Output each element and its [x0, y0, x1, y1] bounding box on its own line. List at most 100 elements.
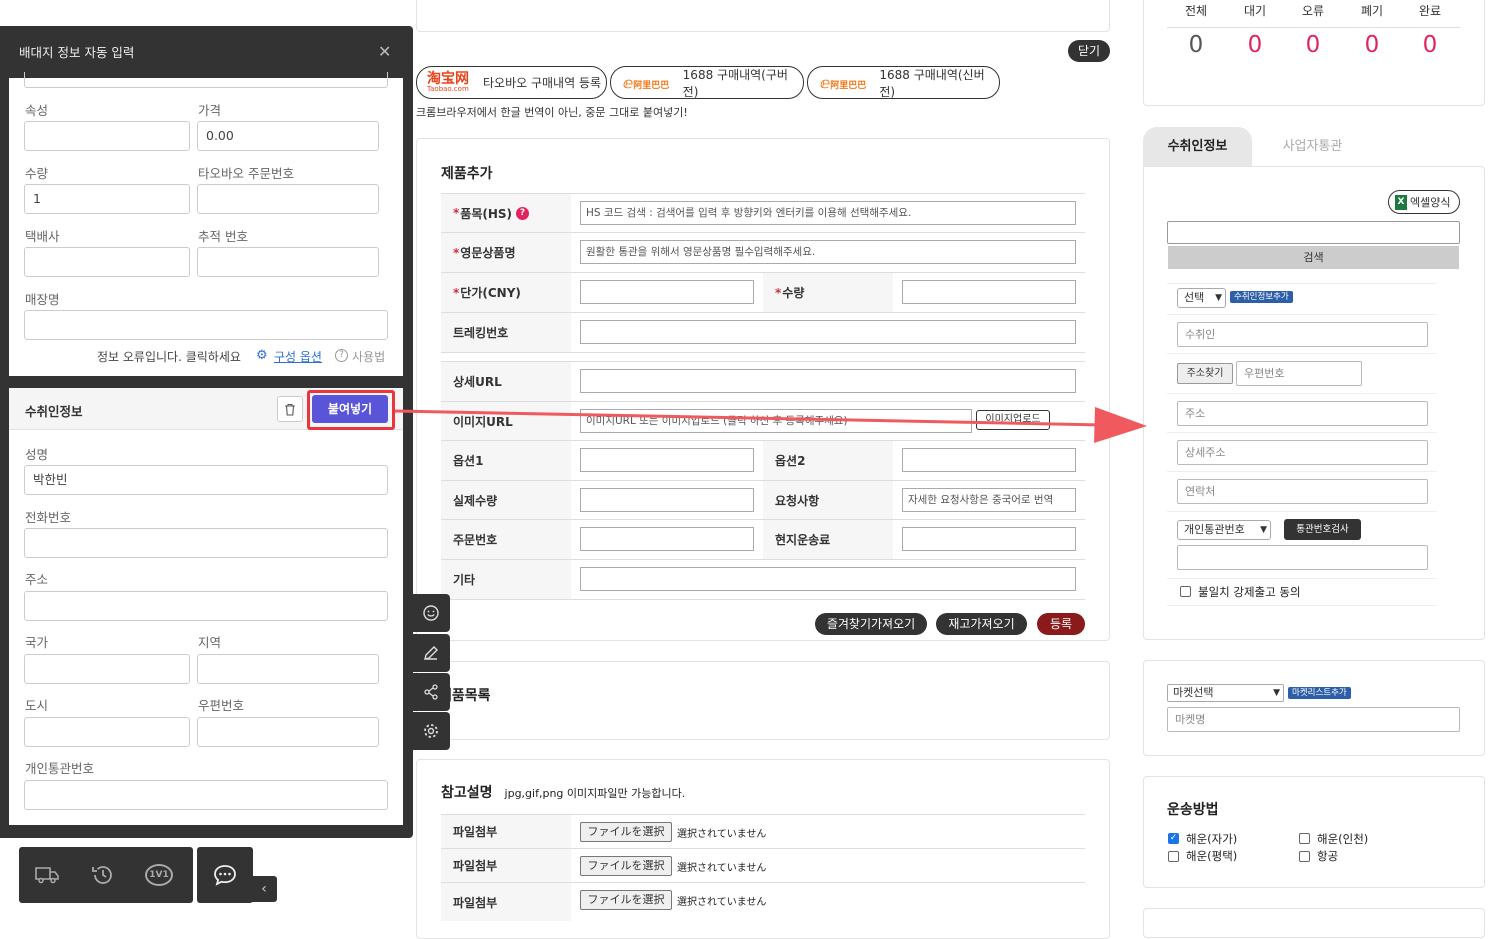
- recipient-add-badge[interactable]: 수취인정보추가: [1230, 291, 1293, 303]
- address-search-button[interactable]: 주소찾기: [1177, 363, 1233, 384]
- ship-sea-incheon-checkbox[interactable]: [1299, 833, 1310, 844]
- price-input[interactable]: 0.00: [197, 121, 379, 151]
- qty-input[interactable]: [902, 280, 1076, 304]
- customs-type-select[interactable]: 개인통관번호 ▼: [1177, 520, 1271, 540]
- country-label: 국가: [25, 635, 49, 650]
- popup-recipient-title: 수취인정보: [25, 404, 83, 419]
- unit-price-input[interactable]: [580, 280, 754, 304]
- share-tool-button[interactable]: [412, 673, 450, 711]
- partial-top-input[interactable]: [24, 72, 388, 88]
- ship-sea-self-checkbox[interactable]: ✓: [1168, 833, 1179, 844]
- actual-qty-input[interactable]: [580, 488, 754, 512]
- chat-button[interactable]: [197, 847, 253, 903]
- usage-link[interactable]: 사용법: [352, 348, 385, 365]
- one-on-one-chat-button[interactable]: 1V1: [131, 847, 187, 903]
- phone-input[interactable]: [24, 528, 388, 558]
- detail-url-input[interactable]: [580, 369, 1076, 393]
- address-input[interactable]: 주소: [1177, 401, 1428, 426]
- delivery-button[interactable]: [19, 847, 75, 903]
- unit-price-label: 단가(CNY): [460, 286, 521, 300]
- config-option-link[interactable]: 구성 옵션: [274, 348, 322, 365]
- file-select-button[interactable]: ファイルを選択: [580, 890, 672, 910]
- recipient-select[interactable]: 선택 ▼: [1177, 288, 1226, 308]
- recipient-search-input[interactable]: [1167, 221, 1460, 244]
- country-input[interactable]: [24, 654, 190, 684]
- eng-name-input[interactable]: 원활한 통관을 위해서 영문상품명 필수입력해주세요.: [580, 240, 1076, 264]
- help-circle-icon: ?: [335, 349, 348, 362]
- close-button[interactable]: 닫기: [1068, 40, 1110, 62]
- edit-tool-button[interactable]: [412, 634, 450, 672]
- collapse-button[interactable]: ‹: [251, 876, 277, 902]
- price-label: 가격: [198, 103, 222, 118]
- register-button[interactable]: 등록: [1037, 613, 1085, 635]
- error-report-text[interactable]: 정보 오류입니다. 클릭하세요: [97, 348, 241, 365]
- customs-number-input[interactable]: [1177, 545, 1428, 570]
- excel-template-button[interactable]: X 엑셀양식: [1388, 190, 1460, 214]
- file-select-button[interactable]: ファイルを選択: [580, 822, 672, 842]
- trash-icon-button[interactable]: [277, 396, 303, 422]
- market-name-input[interactable]: 마켓명: [1167, 707, 1460, 732]
- help-icon[interactable]: ?: [516, 206, 530, 220]
- history-button[interactable]: [75, 847, 131, 903]
- settings-tool-button[interactable]: [412, 712, 450, 750]
- file-select-button[interactable]: ファイルを選択: [580, 856, 672, 876]
- hs-code-search-input[interactable]: HS 코드 검색 : 검색어를 입력 후 방향키와 엔터키를 이용해 선택해주세…: [580, 201, 1076, 225]
- status-done[interactable]: 완료 0: [1401, 2, 1459, 58]
- contact-input[interactable]: 연락처: [1177, 479, 1428, 504]
- customs-label: 개인통관번호: [25, 761, 95, 776]
- request-input[interactable]: 자세한 요청사항은 중국어로 번역: [902, 488, 1076, 512]
- paste-button[interactable]: 붙여넣기: [312, 395, 388, 423]
- option2-label: 옵션2: [763, 441, 893, 480]
- recipient-search-button[interactable]: 검색: [1168, 246, 1459, 269]
- status-error[interactable]: 오류 0: [1284, 2, 1342, 58]
- etc-input[interactable]: [580, 567, 1076, 591]
- qty-input[interactable]: 1: [24, 184, 190, 214]
- store-input[interactable]: [24, 310, 388, 340]
- zip-label: 우편번호: [198, 698, 245, 713]
- detail-address-input[interactable]: 상세주소: [1177, 440, 1428, 465]
- alibaba-logo: ⅇ阿里巴巴: [820, 73, 867, 92]
- ship-air-checkbox[interactable]: [1299, 851, 1310, 862]
- name-input[interactable]: 박한빈: [24, 465, 388, 495]
- city-input[interactable]: [24, 717, 190, 747]
- taobao-order-input[interactable]: [197, 184, 379, 214]
- tab-business[interactable]: 사업자통관: [1258, 127, 1367, 167]
- status-discard[interactable]: 폐기 0: [1343, 2, 1401, 58]
- address-input[interactable]: [24, 591, 388, 621]
- favorites-import-button[interactable]: 즐겨찾기가져오기: [815, 613, 927, 635]
- tracking-number-input[interactable]: [197, 247, 379, 277]
- qty-label: 수량: [25, 166, 49, 181]
- status-waiting[interactable]: 대기 0: [1226, 2, 1284, 58]
- tracking-input[interactable]: [580, 320, 1076, 344]
- market-add-badge[interactable]: 마켓리스트추가: [1288, 687, 1351, 699]
- zip-input[interactable]: 우편번호: [1236, 361, 1362, 386]
- option2-input[interactable]: [902, 448, 1076, 472]
- trash-icon: [285, 403, 295, 416]
- attr-input[interactable]: [24, 121, 190, 151]
- ship-sea-pyeongtaek-checkbox[interactable]: [1168, 851, 1179, 862]
- 1688-new-purchase-button[interactable]: ⅇ阿里巴巴 1688 구매내역(신버전): [807, 66, 1000, 99]
- 1688-old-purchase-button[interactable]: ⅇ阿里巴巴 1688 구매내역(구버전): [610, 66, 804, 99]
- product-list-card: 제품목록: [416, 661, 1110, 740]
- paste-notice: 크롬브라우저에서 한글 번역이 아닌, 중문 그대로 붙여넣기!: [416, 106, 688, 119]
- market-select[interactable]: 마켓선택 ▼: [1167, 684, 1284, 702]
- recipient-name-input[interactable]: 수취인: [1177, 322, 1428, 347]
- order-no-input[interactable]: [580, 527, 754, 551]
- mismatch-checkbox[interactable]: [1180, 586, 1191, 597]
- courier-input[interactable]: [24, 247, 190, 277]
- close-icon[interactable]: ✕: [378, 42, 391, 61]
- zip-code-input[interactable]: [197, 717, 379, 747]
- region-input[interactable]: [197, 654, 379, 684]
- tracking-label: 트레킹번호: [441, 313, 571, 352]
- taobao-purchase-button[interactable]: 淘宝网 Taobao.com 타오바오 구매내역 등록: [416, 66, 607, 99]
- attachment-table: 파일첨부 ファイルを選択 選択されていません 파일첨부 ファイルを選択 選択され…: [441, 814, 1085, 921]
- customs-input[interactable]: [24, 780, 388, 810]
- option1-input[interactable]: [580, 448, 754, 472]
- local-shipping-input[interactable]: [902, 527, 1076, 551]
- customs-check-button[interactable]: 통관번호검사: [1284, 519, 1361, 540]
- pen-icon: [424, 646, 438, 660]
- stock-import-button[interactable]: 재고가져오기: [936, 613, 1027, 635]
- emoji-tool-button[interactable]: [412, 594, 450, 632]
- status-total[interactable]: 전체 0: [1167, 2, 1225, 58]
- tab-recipient[interactable]: 수취인정보: [1143, 127, 1252, 167]
